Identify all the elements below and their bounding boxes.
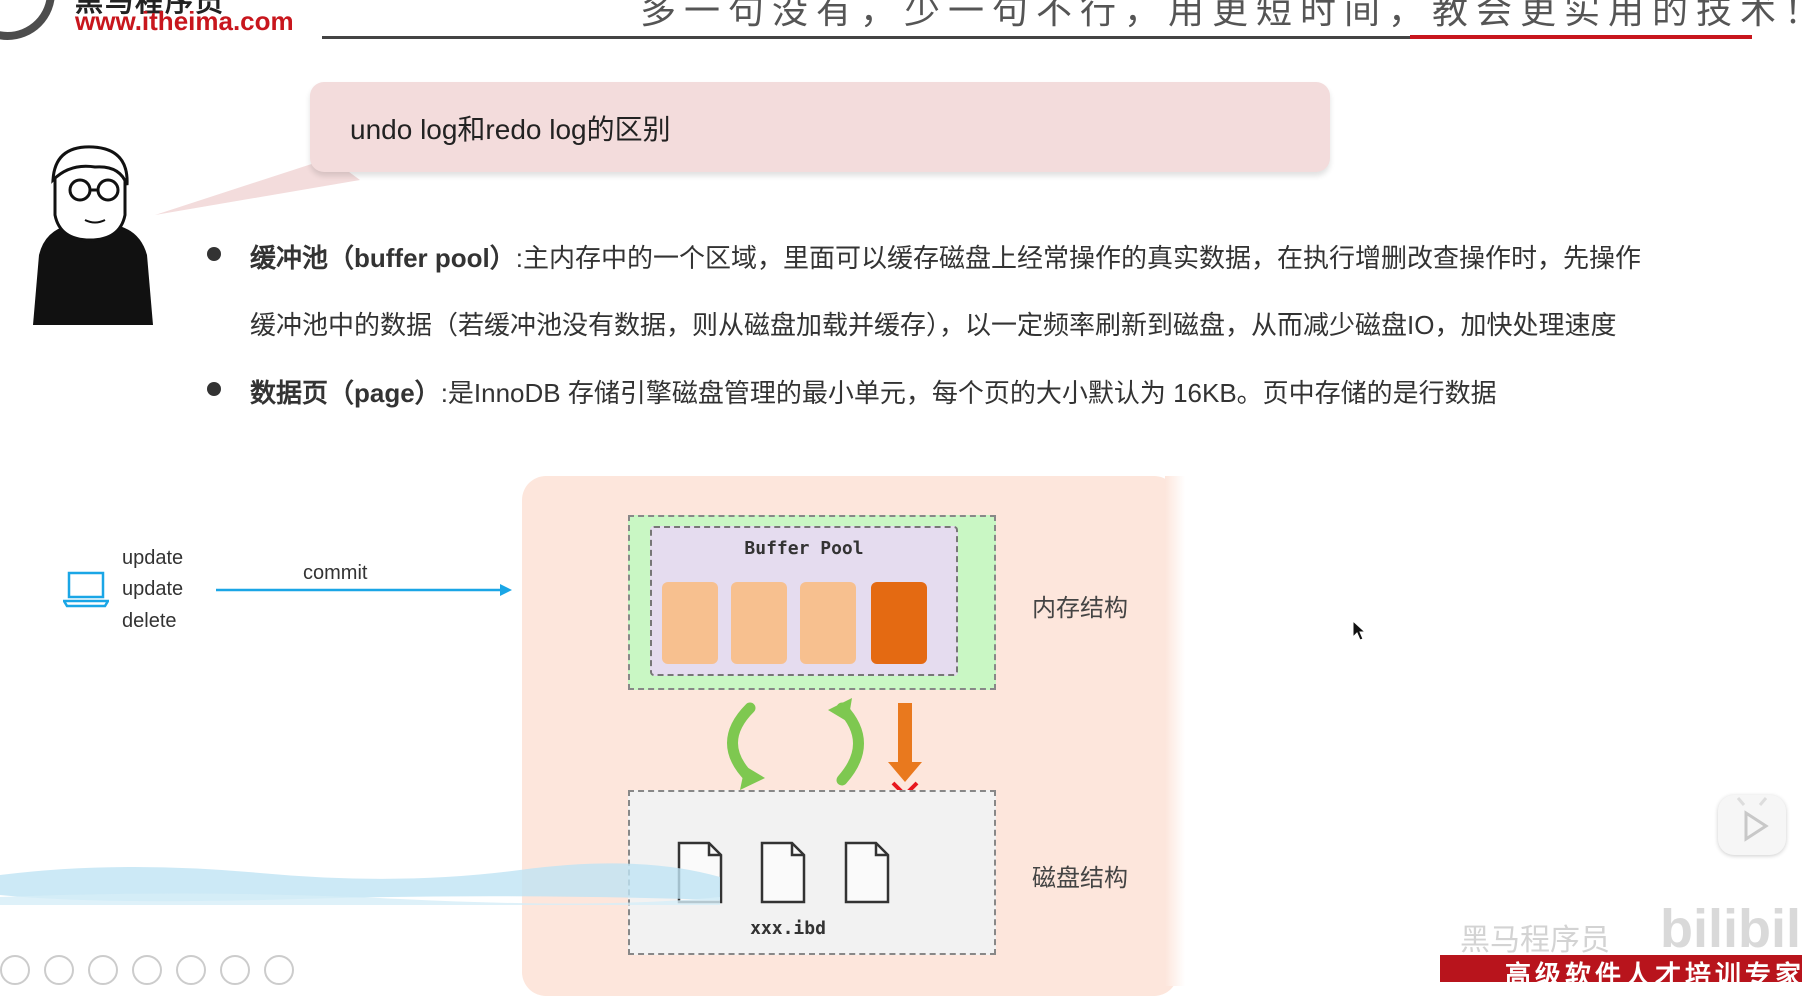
term-page: 数据页（page） [250, 378, 441, 408]
more-icon[interactable] [264, 955, 294, 985]
mouse-cursor-icon [1352, 620, 1367, 641]
prev-slide-icon[interactable] [0, 955, 30, 985]
disk-structure-label: 磁盘结构 [1032, 865, 1128, 892]
file-icon [760, 841, 806, 904]
definition-buffer-pool-2: 缓冲池中的数据（若缓冲池没有数据，则从磁盘加载并缓存），以一定频率刷新到磁盘，从… [250, 310, 1617, 340]
bullet-page-line: 数据页（page）:是InnoDB 存储引擎磁盘管理的最小单元，每个页的大小默认… [250, 373, 1497, 410]
bullet-buffer-pool-line1: 缓冲池（buffer pool）:主内存中的一个区域，里面可以缓存磁盘上经常操作… [250, 238, 1641, 275]
play-button[interactable] [1718, 795, 1786, 855]
slogan: 多一句没有，少一句不行，用更短时间，教会更实用的技术！ [640, 0, 1802, 32]
operation-update-2: update [122, 578, 184, 600]
watermark-brand: 黑马程序员 [1460, 924, 1610, 957]
zoom-icon[interactable] [132, 955, 162, 985]
highlighter-icon[interactable] [88, 955, 118, 985]
slide-toolbar [0, 955, 308, 989]
operation-delete: delete [122, 610, 177, 632]
file-icon [844, 841, 890, 904]
definition-page: :是InnoDB 存储引擎磁盘管理的最小单元，每个页的大小默认为 16KB。页中… [440, 378, 1497, 408]
buffer-page-dirty [871, 582, 927, 664]
memory-structure-label: 内存结构 [1032, 595, 1128, 622]
decorative-wave [0, 863, 720, 905]
definition-buffer-pool-1: :主内存中的一个区域，里面可以缓存磁盘上经常操作的真实数据，在执行增删改查操作时… [515, 243, 1641, 273]
laptop-icon [63, 571, 109, 608]
logo-mark [0, 0, 55, 40]
slides-icon[interactable] [176, 955, 206, 985]
footer-banner-text: 高级软件人才培训专家 [1505, 961, 1802, 991]
play-icon [1736, 797, 1769, 842]
logo-url: www.itheima.com [75, 6, 294, 36]
bullet-dot [207, 247, 221, 261]
operation-update-1: update [122, 547, 184, 569]
watermark-bilibili: bilibili [1660, 899, 1802, 959]
term-buffer-pool: 缓冲池（buffer pool） [250, 243, 516, 273]
file-label: xxx.ibd [750, 918, 826, 939]
slide-title: undo log和redo log的区别 [350, 114, 671, 145]
presenter-avatar-icon [33, 145, 153, 325]
buffer-page [662, 582, 718, 664]
buffer-pool-label: Buffer Pool [744, 538, 864, 559]
buffer-page [731, 582, 787, 664]
diagram-panel-edge [1165, 476, 1185, 986]
commit-arrow [216, 584, 512, 596]
screen-icon[interactable] [220, 955, 250, 985]
buffer-page [800, 582, 856, 664]
header-divider-accent [1410, 35, 1752, 39]
bullet-dot [207, 382, 221, 396]
header-divider [322, 36, 1412, 39]
pen-tool-icon[interactable] [44, 955, 74, 985]
